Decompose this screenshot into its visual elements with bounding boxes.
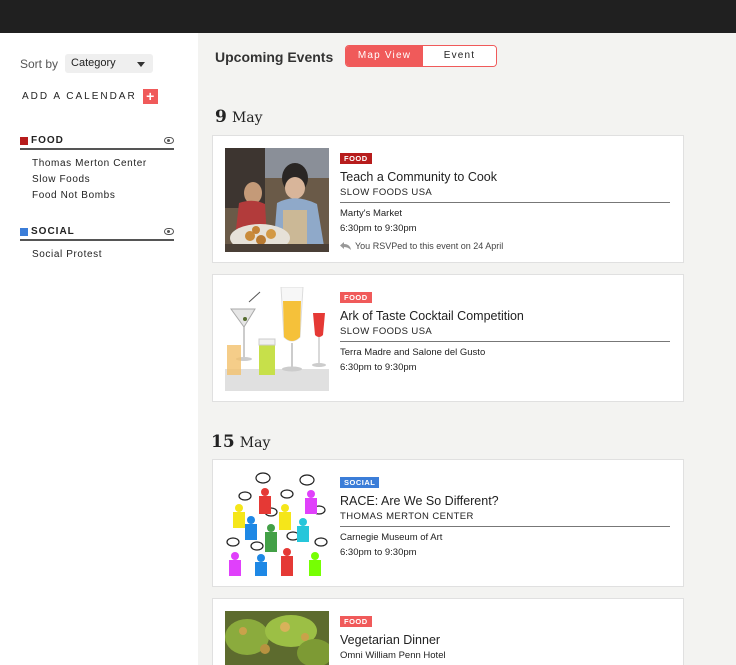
calendar-item-list: Social Protest bbox=[20, 247, 174, 263]
main-content: Upcoming Events Map View Event View 9 Ma… bbox=[198, 33, 736, 665]
category-tag: SOCIAL bbox=[340, 477, 380, 488]
event-info: FOOD Teach a Community to Cook SLOW FOOD… bbox=[340, 148, 670, 251]
event-venue: Omni William Penn Hotel bbox=[340, 650, 446, 661]
event-title[interactable]: Vegetarian Dinner bbox=[340, 633, 670, 647]
sort-dropdown-value: Category bbox=[71, 57, 116, 69]
calendar-name: SOCIAL bbox=[31, 226, 75, 237]
event-organizer: SLOW FOODS USA bbox=[340, 326, 670, 342]
calendar-header-social[interactable]: SOCIAL bbox=[20, 226, 174, 241]
sort-label: Sort by bbox=[20, 56, 59, 71]
calendar-item[interactable]: Slow Foods bbox=[20, 172, 174, 188]
calendar-item-list: Thomas Merton Center Slow Foods Food Not… bbox=[20, 156, 174, 204]
event-info: FOOD Ark of Taste Cocktail Competition S… bbox=[340, 287, 670, 373]
page-title: Upcoming Events bbox=[215, 49, 334, 65]
eye-icon[interactable] bbox=[164, 228, 174, 235]
calendar-item[interactable]: Thomas Merton Center bbox=[20, 156, 174, 172]
event-venue: Marty's Market bbox=[340, 208, 402, 219]
event-photo bbox=[225, 472, 329, 576]
event-time: 6:30pm to 9:30pm bbox=[340, 362, 417, 373]
event-time: 6:30pm to 9:30pm bbox=[340, 223, 417, 234]
add-calendar-label: ADD A CALENDAR bbox=[22, 91, 137, 102]
sidebar: Sort by Category ADD A CALENDAR + FOOD T… bbox=[0, 33, 198, 665]
event-time: 6:30pm to 9:30pm bbox=[340, 547, 417, 558]
date-day: 15 bbox=[211, 432, 235, 452]
category-tag: FOOD bbox=[340, 292, 372, 303]
event-card[interactable]: SOCIAL RACE: Are We So Different? THOMAS… bbox=[212, 459, 684, 587]
date-heading: 15 May bbox=[211, 432, 270, 452]
date-month: May bbox=[231, 110, 263, 126]
top-bar bbox=[0, 0, 736, 33]
date-day: 9 bbox=[215, 107, 227, 127]
rsvp-text: You RSVPed to this event on 24 April bbox=[355, 241, 504, 251]
event-organizer: THOMAS MERTON CENTER bbox=[340, 511, 670, 527]
event-info: FOOD Vegetarian Dinner Omni William Penn… bbox=[340, 611, 670, 661]
chevron-down-icon bbox=[137, 62, 146, 67]
event-title[interactable]: Teach a Community to Cook bbox=[340, 170, 670, 184]
event-venue: Carnegie Museum of Art bbox=[340, 532, 443, 543]
calendar-group-food: FOOD Thomas Merton Center Slow Foods Foo… bbox=[20, 135, 174, 204]
event-card[interactable]: FOOD Ark of Taste Cocktail Competition S… bbox=[212, 274, 684, 402]
category-tag: FOOD bbox=[340, 616, 372, 627]
event-organizer: SLOW FOODS USA bbox=[340, 187, 670, 203]
reply-icon bbox=[340, 242, 351, 250]
add-calendar-button[interactable]: ADD A CALENDAR + bbox=[22, 89, 158, 104]
view-toggle: Map View Event View bbox=[345, 45, 497, 67]
event-card[interactable]: FOOD Teach a Community to Cook SLOW FOOD… bbox=[212, 135, 684, 263]
event-title[interactable]: Ark of Taste Cocktail Competition bbox=[340, 309, 670, 323]
plus-icon[interactable]: + bbox=[142, 89, 158, 104]
date-heading: 9 May bbox=[215, 107, 263, 127]
event-info: SOCIAL RACE: Are We So Different? THOMAS… bbox=[340, 472, 670, 558]
map-view-button[interactable]: Map View bbox=[346, 46, 423, 66]
sort-dropdown[interactable]: Category bbox=[65, 54, 154, 73]
event-photo bbox=[225, 148, 329, 252]
calendar-color-swatch bbox=[20, 227, 28, 236]
calendar-item[interactable]: Social Protest bbox=[20, 247, 174, 263]
eye-icon[interactable] bbox=[164, 137, 174, 144]
calendar-header-food[interactable]: FOOD bbox=[20, 135, 174, 150]
calendar-name: FOOD bbox=[31, 135, 64, 146]
event-title[interactable]: RACE: Are We So Different? bbox=[340, 494, 670, 508]
event-venue: Terra Madre and Salone del Gusto bbox=[340, 347, 486, 358]
event-photo bbox=[225, 611, 329, 665]
sort-control: Sort by Category bbox=[20, 54, 154, 73]
rsvp-status: You RSVPed to this event on 24 April bbox=[340, 241, 670, 251]
calendar-group-social: SOCIAL Social Protest bbox=[20, 226, 174, 263]
event-photo bbox=[225, 287, 329, 391]
date-month: May bbox=[239, 435, 271, 451]
category-tag: FOOD bbox=[340, 153, 372, 164]
event-card[interactable]: FOOD Vegetarian Dinner Omni William Penn… bbox=[212, 598, 684, 665]
calendar-color-swatch bbox=[20, 136, 28, 145]
calendar-item[interactable]: Food Not Bombs bbox=[20, 188, 174, 204]
event-view-button[interactable]: Event View bbox=[423, 46, 496, 66]
